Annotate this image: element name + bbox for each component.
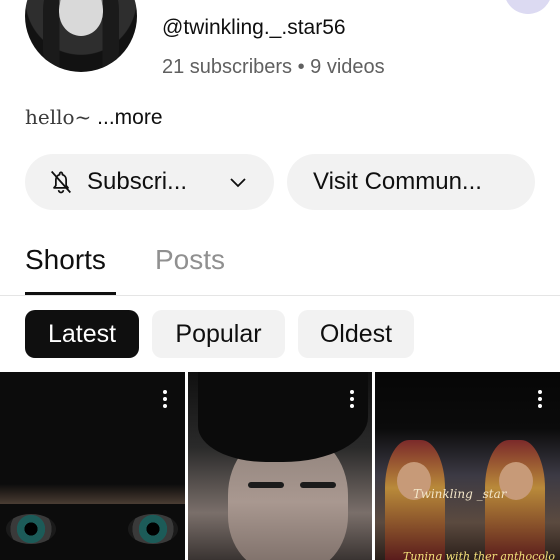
short-thumbnail[interactable] <box>0 372 185 560</box>
visit-community-label: Visit Commun... <box>313 168 482 195</box>
channel-avatar[interactable] <box>25 0 137 72</box>
tab-shorts[interactable]: Shorts <box>25 244 106 276</box>
thumbnail-image-detail <box>6 514 56 544</box>
channel-handle: @twinkling._.star56 <box>162 16 346 39</box>
more-vert-icon[interactable] <box>537 390 543 410</box>
chevron-down-icon <box>230 178 246 188</box>
thumbnail-image <box>0 484 185 504</box>
visit-community-button[interactable]: Visit Commun... <box>287 154 535 210</box>
channel-description[interactable]: hello~ ...more <box>25 105 163 130</box>
tabs-divider <box>0 295 560 296</box>
subscribe-label: Subscri... <box>87 168 188 195</box>
tab-posts[interactable]: Posts <box>155 244 225 276</box>
channel-stats: 21 subscribers • 9 videos <box>162 56 385 78</box>
thumbnail-overlay-caption: Tuning with ther anthocolo <box>403 550 556 560</box>
short-thumbnail[interactable]: Twinkling _star Tuning with ther anthoco… <box>375 372 560 560</box>
more-vert-icon[interactable] <box>349 390 355 410</box>
description-text: hello~ <box>25 105 92 129</box>
filter-chip-oldest[interactable]: Oldest <box>298 310 414 358</box>
short-thumbnail[interactable] <box>188 372 372 560</box>
filter-chip-latest[interactable]: Latest <box>25 310 139 358</box>
more-vert-icon[interactable] <box>162 390 168 410</box>
channel-name-cropped <box>300 0 380 2</box>
thumbnail-image-detail <box>128 514 178 544</box>
subscribe-button[interactable]: Subscri... <box>25 154 274 210</box>
thumbnail-image-detail <box>248 482 284 488</box>
description-more-link[interactable]: ...more <box>97 106 162 129</box>
notifications-off-icon <box>51 170 71 194</box>
thumbnail-image-detail <box>300 482 336 488</box>
thumbnail-image-detail <box>198 372 368 462</box>
thumbnail-overlay-title: Twinkling _star <box>413 487 507 501</box>
filter-chip-popular[interactable]: Popular <box>152 310 285 358</box>
account-avatar-partial[interactable] <box>504 0 552 14</box>
